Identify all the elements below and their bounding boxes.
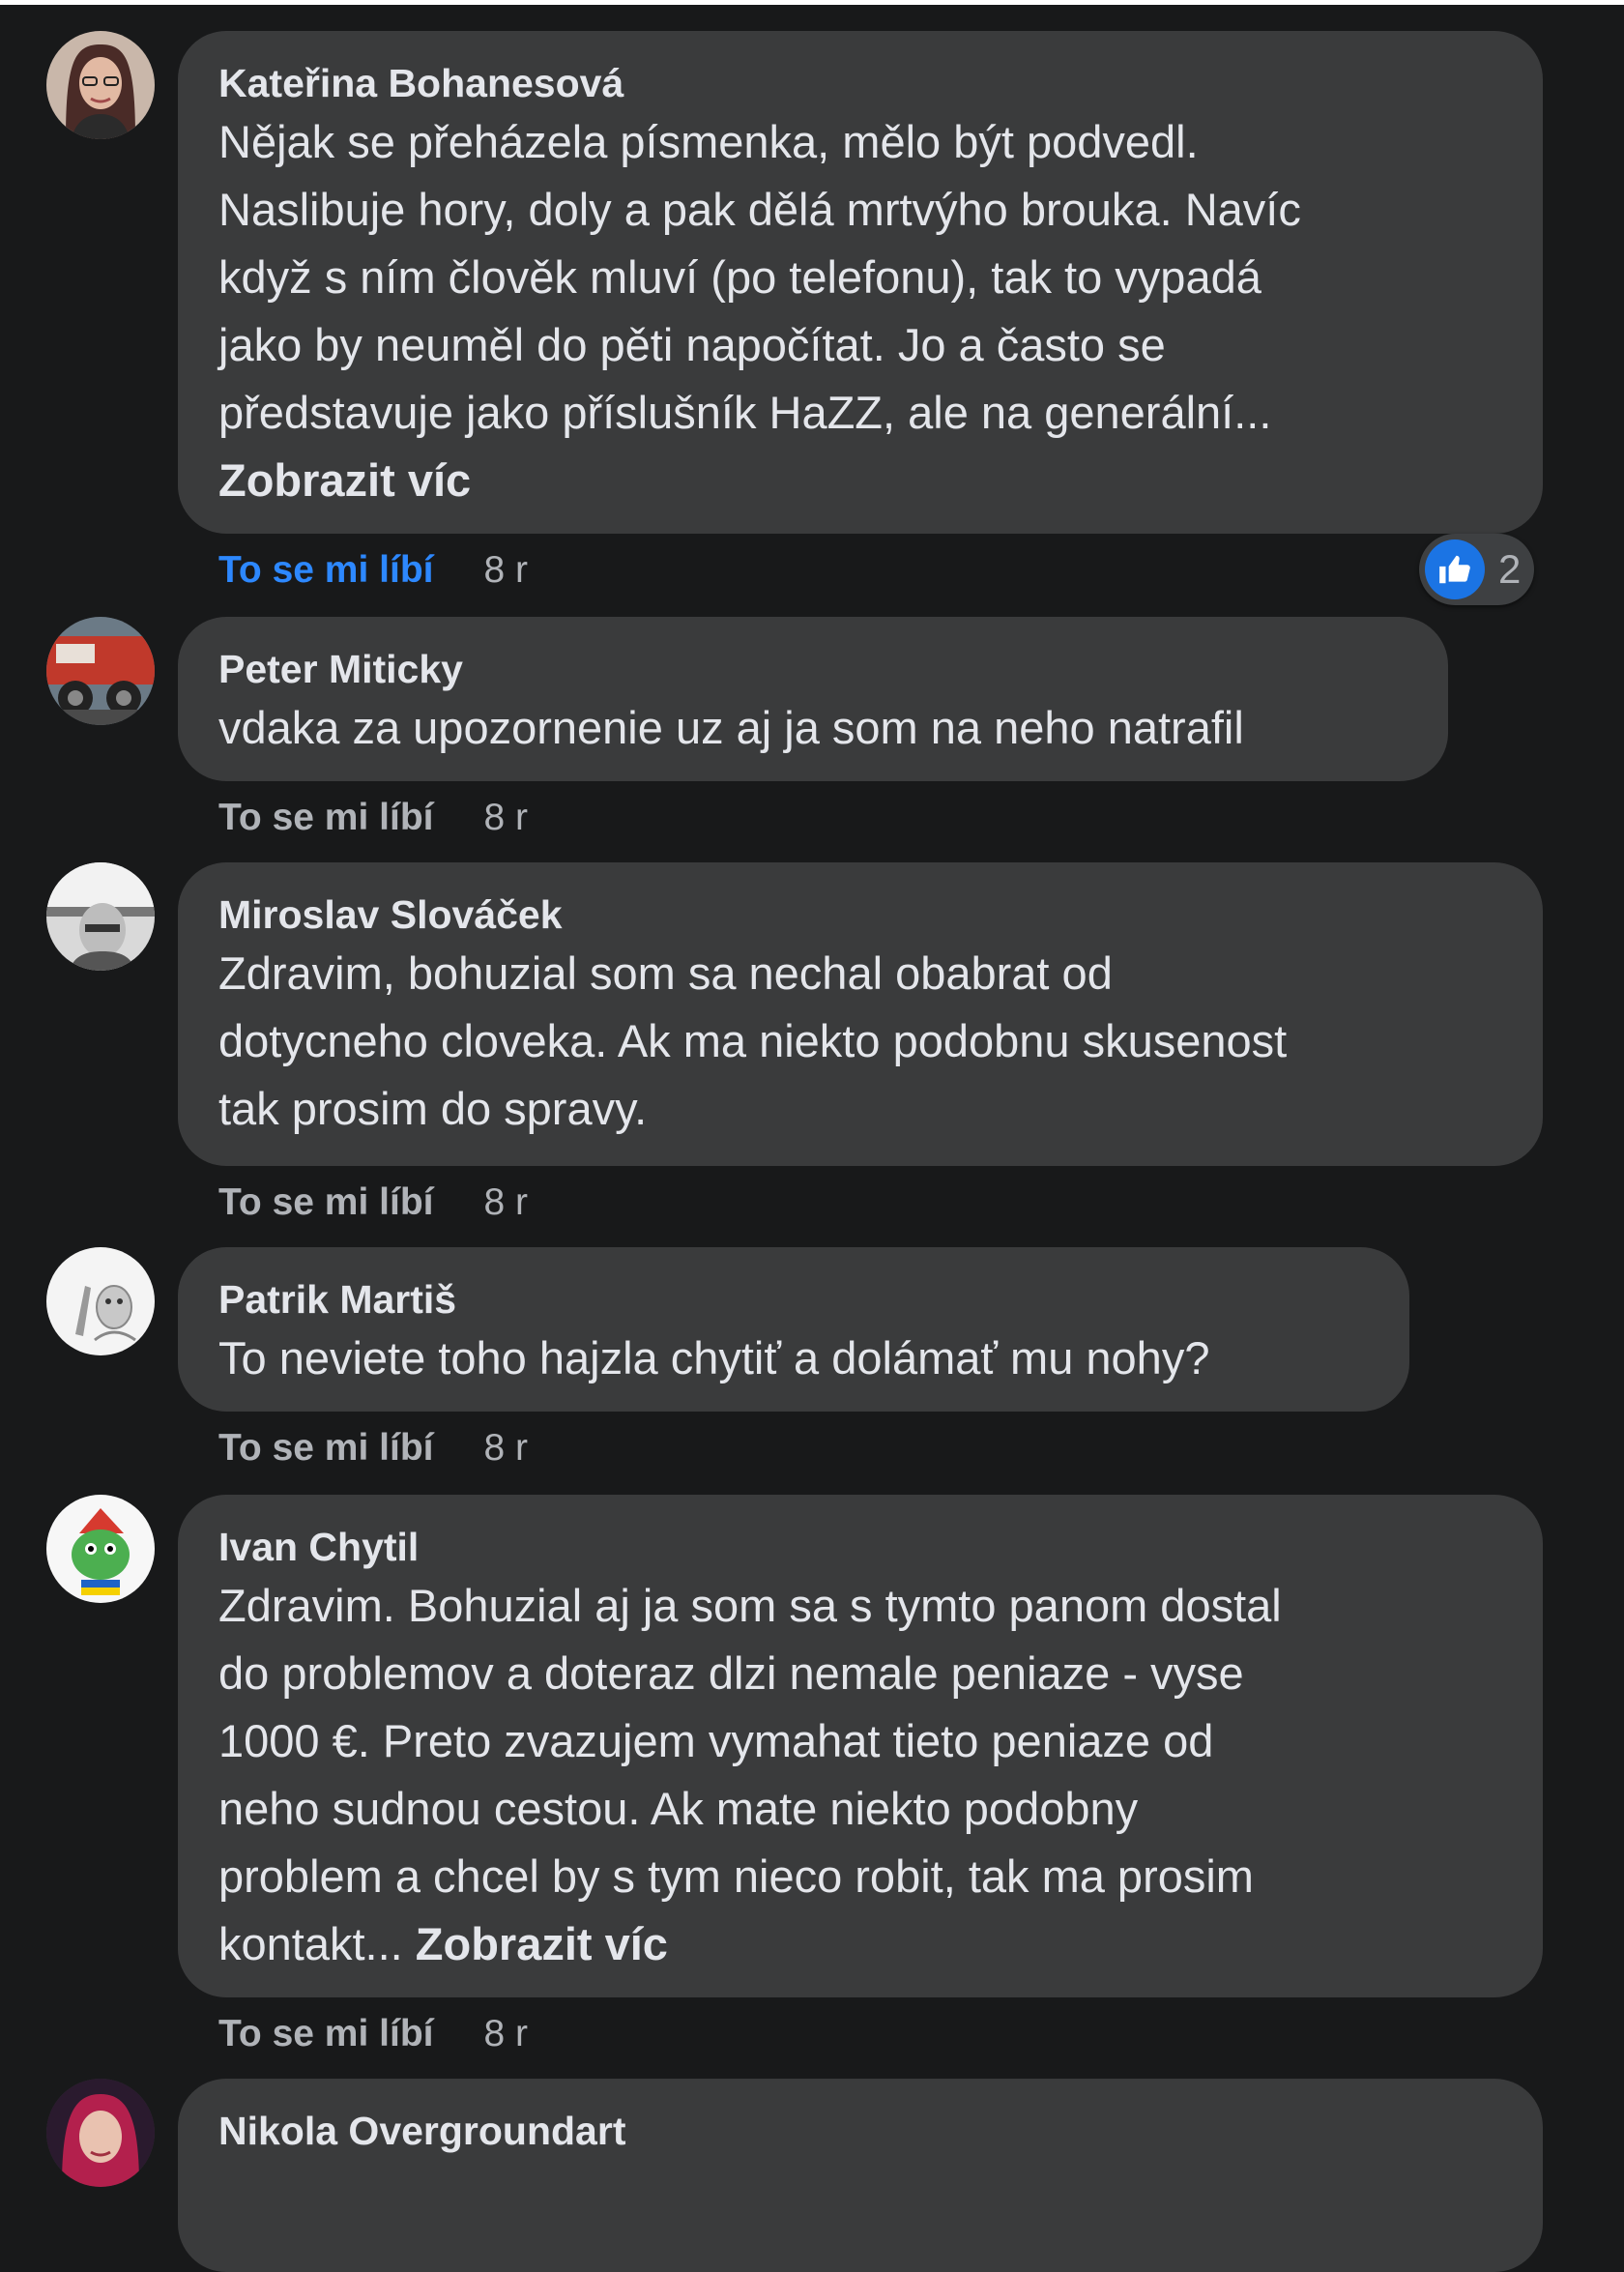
comment-timestamp[interactable]: 8 r <box>483 1181 528 1223</box>
avatar[interactable] <box>46 31 155 139</box>
comment-actions: To se mi líbí 8 r <box>218 549 528 592</box>
comment-text-line: vdaka za upozornenie uz aj ja som na neh… <box>218 702 1244 753</box>
see-more-link[interactable]: Zobrazit víc <box>416 1918 668 1969</box>
avatar-photo-icon <box>46 1495 155 1603</box>
like-button[interactable]: To se mi líbí <box>218 1427 433 1469</box>
reaction-count: 2 <box>1498 546 1522 592</box>
avatar[interactable] <box>46 862 155 971</box>
comment-text: Zdravim, bohuzial som sa nechal obabrat … <box>218 940 1502 1143</box>
like-thumb-icon <box>1425 539 1485 599</box>
comment-text-line: do problemov a doteraz dlzi nemale penia… <box>218 1647 1244 1699</box>
comment-text-line-last: kontakt... Zobrazit víc <box>218 1910 1502 1978</box>
comment-text-line: problem a chcel by s tym nieco robit, ta… <box>218 1850 1254 1902</box>
avatar[interactable] <box>46 1247 155 1355</box>
avatar-photo-icon <box>46 2079 155 2187</box>
comment-text-line: 1000 €. Preto zvazujem vymahat tieto pen… <box>218 1715 1214 1766</box>
comment-text-line: neho sudnou cestou. Ak mate niekto podob… <box>218 1783 1139 1834</box>
avatar[interactable] <box>46 617 155 725</box>
comment-timestamp[interactable]: 8 r <box>483 1427 528 1469</box>
comment-text-line: Zdravim. Bohuzial aj ja som sa s tymto p… <box>218 1580 1282 1631</box>
comment-actions: To se mi líbí 8 r <box>218 797 528 839</box>
comment-timestamp[interactable]: 8 r <box>483 2013 528 2054</box>
like-button[interactable]: To se mi líbí <box>218 2013 433 2054</box>
comment-text: Nějak se přeházela písmenka, mělo být po… <box>218 108 1502 514</box>
comment-bubble: Kateřina Bohanesová Nějak se přeházela p… <box>178 31 1543 534</box>
comment-author[interactable]: Miroslav Slováček <box>218 889 1502 940</box>
comment-text-line: když s ním člověk mluví (po telefonu), t… <box>218 251 1262 303</box>
comment-text: vdaka za upozornenie uz aj ja som na neh… <box>218 694 1407 762</box>
comment-text-line: Nějak se přeházela písmenka, mělo být po… <box>218 116 1199 167</box>
reaction-summary[interactable]: 2 <box>1419 534 1535 605</box>
avatar-photo-icon <box>46 617 155 725</box>
comment-text-line: To neviete toho hajzla chytiť a dolámať … <box>218 1332 1210 1384</box>
comment-bubble: Patrik Martiš To neviete toho hajzla chy… <box>178 1247 1409 1412</box>
comment-author[interactable]: Kateřina Bohanesová <box>218 58 1502 108</box>
comment-text-line: jako by neuměl do pěti napočítat. Jo a č… <box>218 319 1166 370</box>
comment-text-line: kontakt... <box>218 1918 403 1969</box>
comment-timestamp[interactable]: 8 r <box>483 549 528 591</box>
comment-actions: To se mi líbí 8 r <box>218 1181 528 1224</box>
comment-actions: To se mi líbí 8 r <box>218 2013 528 2055</box>
comment-actions: To se mi líbí 8 r <box>218 1427 528 1470</box>
avatar[interactable] <box>46 2079 155 2187</box>
comment-text: To neviete toho hajzla chytiť a dolámať … <box>218 1325 1369 1392</box>
avatar-photo-icon <box>46 1247 155 1355</box>
like-button[interactable]: To se mi líbí <box>218 549 433 591</box>
top-divider <box>0 0 1624 5</box>
comment-bubble: Ivan Chytil Zdravim. Bohuzial aj ja som … <box>178 1495 1543 1997</box>
comment-bubble: Peter Miticky vdaka za upozornenie uz aj… <box>178 617 1448 781</box>
comment-text-line: Zdravim, bohuzial som sa nechal obabrat … <box>218 947 1113 999</box>
comment-bubble: Miroslav Slováček Zdravim, bohuzial som … <box>178 862 1543 1166</box>
avatar-photo-icon <box>46 31 155 139</box>
comment-timestamp[interactable]: 8 r <box>483 797 528 838</box>
comment-author[interactable]: Patrik Martiš <box>218 1274 1369 1325</box>
comment-author[interactable]: Ivan Chytil <box>218 1522 1502 1572</box>
comment-text-line: tak prosim do spravy. <box>218 1083 648 1134</box>
see-more-link[interactable]: Zobrazit víc <box>218 447 1502 514</box>
comment-author[interactable]: Nikola Overgroundart <box>218 2106 1502 2156</box>
like-button[interactable]: To se mi líbí <box>218 1181 433 1223</box>
comment-text-line: Naslibuje hory, doly a pak dělá mrtvýho … <box>218 184 1301 235</box>
comment-text: Zdravim. Bohuzial aj ja som sa s tymto p… <box>218 1572 1502 1978</box>
comment-author[interactable]: Peter Miticky <box>218 644 1407 694</box>
comment-bubble: Nikola Overgroundart <box>178 2079 1543 2272</box>
avatar[interactable] <box>46 1495 155 1603</box>
comment-text-line: představuje jako příslušník HaZZ, ale na… <box>218 387 1272 438</box>
like-button[interactable]: To se mi líbí <box>218 797 433 838</box>
comment-text-line: dotycneho cloveka. Ak ma niekto podobnu … <box>218 1015 1288 1066</box>
avatar-photo-icon <box>46 862 155 971</box>
